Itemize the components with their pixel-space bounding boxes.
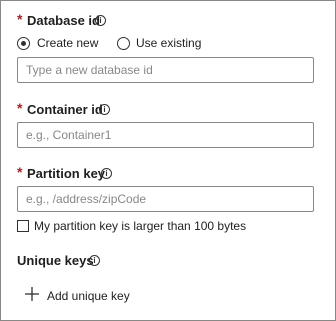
- partition-key-label: Partition key: [27, 166, 106, 181]
- add-unique-key-label[interactable]: Add unique key: [47, 289, 130, 303]
- create-new-radio[interactable]: [17, 37, 30, 50]
- partition-key-input[interactable]: [17, 186, 314, 212]
- info-icon[interactable]: i: [89, 255, 100, 266]
- large-partition-key-label[interactable]: My partition key is larger than 100 byte…: [34, 219, 246, 233]
- info-icon[interactable]: i: [99, 104, 110, 115]
- database-required-marker: *: [17, 11, 23, 27]
- partition-required-marker: *: [17, 164, 23, 180]
- container-id-label: Container id: [27, 102, 103, 117]
- unique-keys-label: Unique keys: [17, 253, 94, 268]
- info-icon[interactable]: i: [95, 15, 106, 26]
- database-id-input[interactable]: [17, 57, 314, 83]
- use-existing-label[interactable]: Use existing: [136, 36, 201, 50]
- container-required-marker: *: [17, 100, 23, 116]
- large-partition-key-checkbox[interactable]: [17, 220, 29, 232]
- new-container-form-panel: * Database id i Create new Use existing …: [0, 0, 336, 321]
- use-existing-radio[interactable]: [117, 37, 130, 50]
- plus-icon: [25, 287, 39, 301]
- info-icon[interactable]: i: [101, 168, 112, 179]
- add-unique-key-button[interactable]: Add unique key: [25, 282, 155, 306]
- container-id-input[interactable]: [17, 122, 314, 148]
- database-id-label: Database id: [27, 13, 100, 28]
- create-new-label[interactable]: Create new: [37, 36, 98, 50]
